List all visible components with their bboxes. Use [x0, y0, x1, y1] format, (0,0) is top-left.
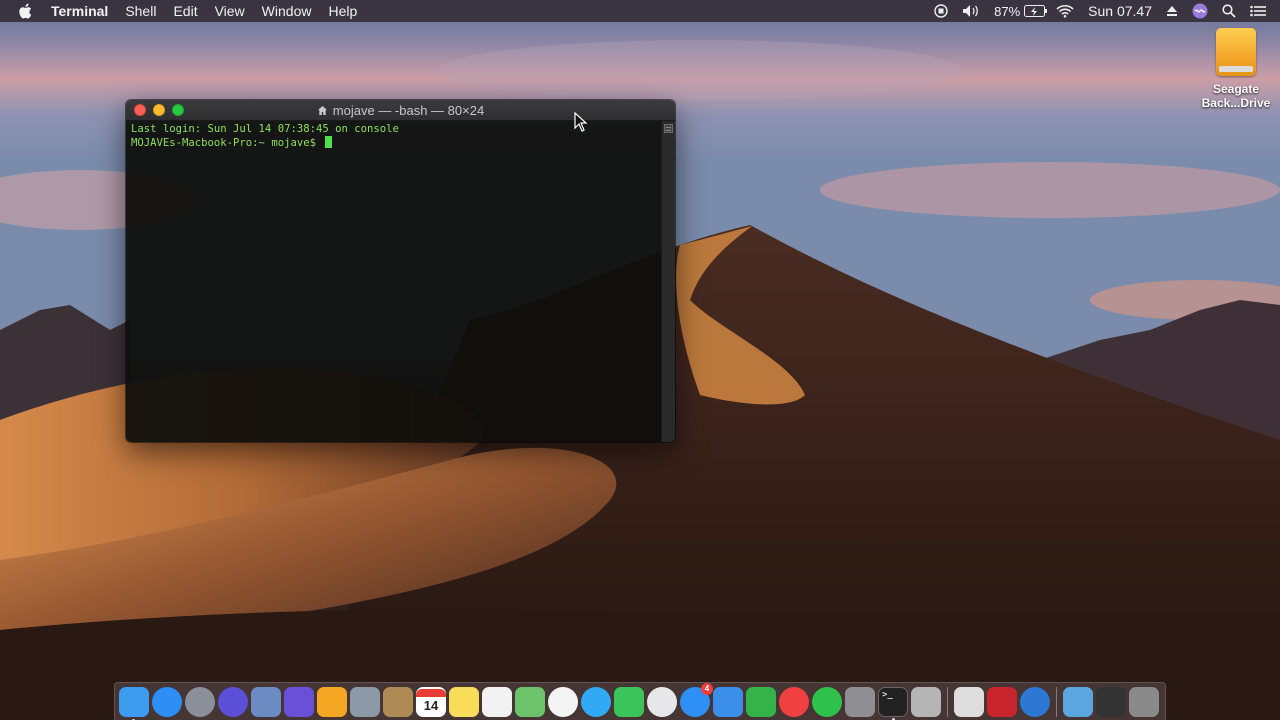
dock-pages-icon[interactable] [317, 686, 347, 717]
menu-window[interactable]: Window [262, 0, 312, 22]
drive-label-line2: Back...Drive [1201, 96, 1271, 110]
dock-maps-icon[interactable] [515, 686, 545, 717]
split-pane-icon[interactable] [664, 124, 673, 133]
terminal-content[interactable]: Last login: Sun Jul 14 07:38:45 on conso… [126, 121, 661, 442]
dock-photo-booth-icon[interactable] [987, 686, 1017, 717]
spotlight-icon[interactable] [1222, 4, 1236, 18]
dock-safari-icon[interactable] [152, 686, 182, 717]
dock-launchpad-icon[interactable] [185, 686, 215, 717]
dock-edge-icon[interactable] [1020, 686, 1050, 717]
window-titlebar[interactable]: mojave — -bash — 80×24 [126, 100, 675, 121]
volume-icon[interactable] [962, 4, 980, 18]
dock-app-store-icon[interactable]: 4 [680, 682, 713, 717]
menu-help[interactable]: Help [328, 0, 357, 22]
terminal-scrollbar[interactable] [661, 121, 675, 442]
dock-whatsapp-icon[interactable] [812, 686, 842, 717]
desktop-drive-label: Seagate Back...Drive [1202, 82, 1271, 110]
dock-terminal-icon[interactable]: >_ [878, 686, 908, 720]
dock-contacts-icon[interactable] [383, 686, 413, 717]
battery-percent: 87% [994, 3, 1021, 19]
menu-bar: Terminal Shell Edit View Window Help 87%… [0, 0, 1280, 22]
menu-shell[interactable]: Shell [125, 0, 156, 22]
battery-indicator[interactable]: 87% [994, 4, 1048, 19]
calendar-day: 14 [423, 697, 439, 713]
dock-trash-icon[interactable] [1129, 686, 1159, 717]
dock-preview-icon[interactable] [251, 686, 281, 717]
dock-facetime-icon[interactable] [614, 686, 644, 717]
home-folder-icon [317, 105, 328, 116]
menu-app-terminal[interactable]: Terminal [51, 0, 108, 22]
dock-finder-icon[interactable] [119, 686, 149, 720]
window-title: mojave — -bash — 80×24 [126, 100, 675, 121]
desktop-drive-seagate[interactable]: Seagate Back...Drive [1198, 28, 1274, 110]
dock-messages-icon[interactable] [581, 686, 611, 717]
screen-record-icon[interactable] [934, 4, 948, 18]
drive-label-line1: Seagate [1212, 82, 1260, 96]
dock-calendar-icon[interactable]: 14 [416, 686, 446, 717]
menu-bar-status-area: 87% Sun 07.47 [934, 0, 1280, 22]
terminal-prompt-line: MOJAVEs-Macbook-Pro:~ mojave$ [131, 136, 656, 150]
wifi-icon[interactable] [1056, 4, 1074, 18]
dock-notes-icon[interactable] [449, 686, 479, 717]
dock-script-editor-icon[interactable] [954, 686, 984, 717]
dock-news-icon[interactable] [779, 686, 809, 717]
dock: 14 4 >_ [114, 682, 1166, 720]
dock-terminal-stack-icon[interactable] [1096, 686, 1126, 717]
terminal-prompt-glyph: >_ [882, 689, 893, 700]
dock-numbers-icon[interactable] [746, 686, 776, 717]
dock-imovie-icon[interactable] [284, 686, 314, 717]
dock-itunes-icon[interactable] [647, 686, 677, 717]
dock-image-capture-icon[interactable] [350, 686, 380, 717]
dock-downloads-folder-icon[interactable] [1063, 686, 1093, 717]
dock-separator [947, 686, 948, 717]
menu-edit[interactable]: Edit [173, 0, 197, 22]
terminal-prompt: MOJAVEs-Macbook-Pro:~ mojave$ [131, 137, 323, 149]
dock-installer-icon[interactable] [911, 686, 941, 717]
battery-icon [1024, 5, 1048, 17]
external-drive-icon [1216, 28, 1256, 76]
text-cursor [325, 136, 333, 148]
dock-keynote-icon[interactable] [713, 686, 743, 717]
dock-separator [1056, 686, 1057, 717]
apple-menu-icon[interactable] [17, 0, 35, 22]
dock-photos-icon[interactable] [548, 686, 578, 717]
menu-clock[interactable]: Sun 07.47 [1088, 3, 1152, 19]
mouse-pointer-icon [574, 111, 588, 137]
eject-icon[interactable] [1166, 5, 1178, 17]
siri-icon[interactable] [1192, 3, 1208, 19]
notification-center-icon[interactable] [1250, 5, 1266, 17]
dock-reminders-icon[interactable] [482, 686, 512, 717]
app-store-badge: 4 [701, 682, 713, 695]
window-title-text: mojave — -bash — 80×24 [332, 103, 485, 118]
menu-view[interactable]: View [215, 0, 245, 22]
terminal-window[interactable]: mojave — -bash — 80×24 Last login: Sun J… [126, 100, 675, 442]
dock-system-preferences-icon[interactable] [845, 686, 875, 717]
calendar-header [416, 688, 446, 697]
dock-siri-icon[interactable] [218, 686, 248, 717]
